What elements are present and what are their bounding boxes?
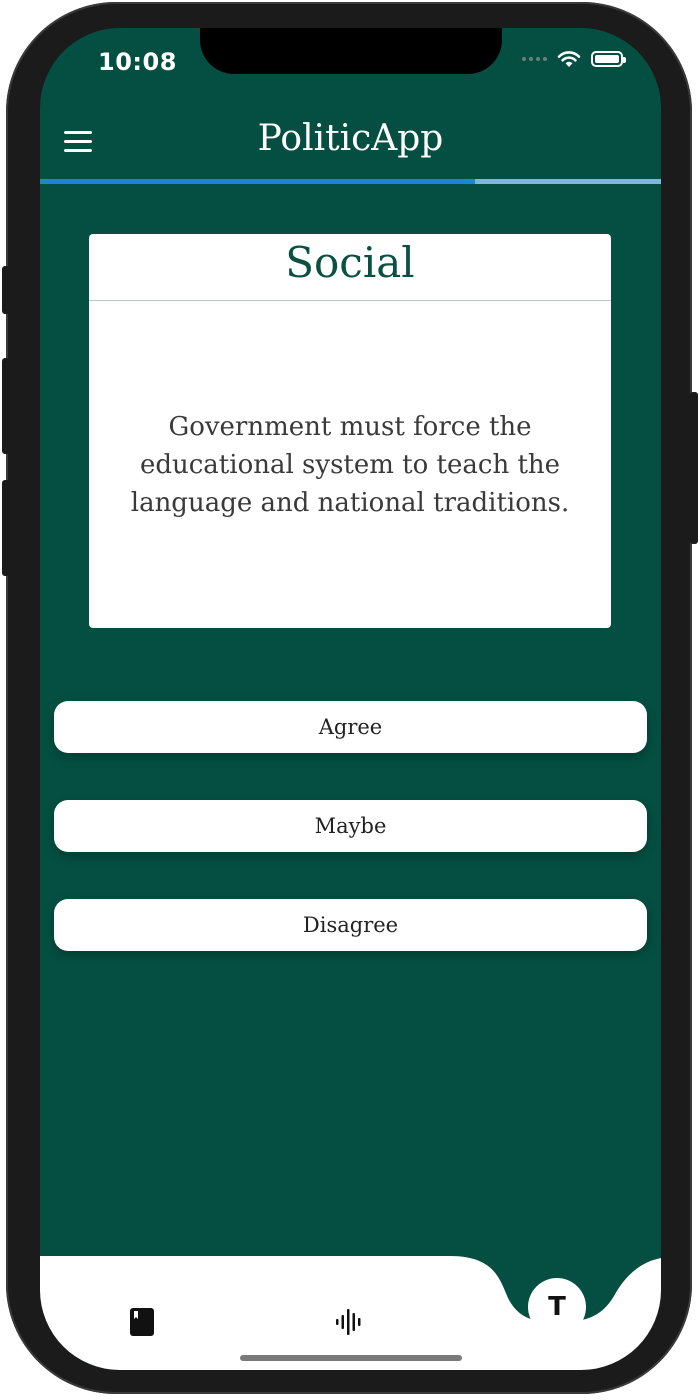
audio-waveform-icon[interactable] xyxy=(334,1306,366,1338)
text-size-fab-button[interactable]: T xyxy=(528,1278,586,1336)
status-time: 10:08 xyxy=(98,48,177,76)
silent-switch xyxy=(2,266,10,314)
waveform-icon-glyph xyxy=(336,1309,361,1335)
question-statement: Government must force the educational sy… xyxy=(130,411,570,518)
app-title: PoliticApp xyxy=(257,118,444,159)
signal-dots-icon xyxy=(522,57,547,61)
bottom-tab-bar: T xyxy=(40,1256,661,1370)
power-button xyxy=(690,392,698,544)
agree-button[interactable]: Agree xyxy=(54,701,647,753)
book-icon[interactable] xyxy=(126,1306,158,1338)
maybe-button[interactable]: Maybe xyxy=(54,800,647,852)
question-category: Social xyxy=(89,234,611,301)
wifi-icon xyxy=(557,51,581,67)
volume-up-button xyxy=(2,358,10,454)
book-icon-glyph xyxy=(130,1308,154,1336)
quiz-progress-bar xyxy=(40,179,661,184)
app-header: PoliticApp xyxy=(40,108,661,180)
volume-down-button xyxy=(2,480,10,576)
question-card: Social Government must force the educati… xyxy=(89,234,611,628)
status-icons xyxy=(522,50,626,68)
notch xyxy=(200,28,502,74)
app-screen: 10:08 PoliticApp Social Government must … xyxy=(40,28,661,1370)
battery-icon xyxy=(591,51,626,67)
home-indicator xyxy=(240,1355,462,1361)
quiz-progress-fill xyxy=(40,179,475,184)
disagree-button[interactable]: Disagree xyxy=(54,899,647,951)
